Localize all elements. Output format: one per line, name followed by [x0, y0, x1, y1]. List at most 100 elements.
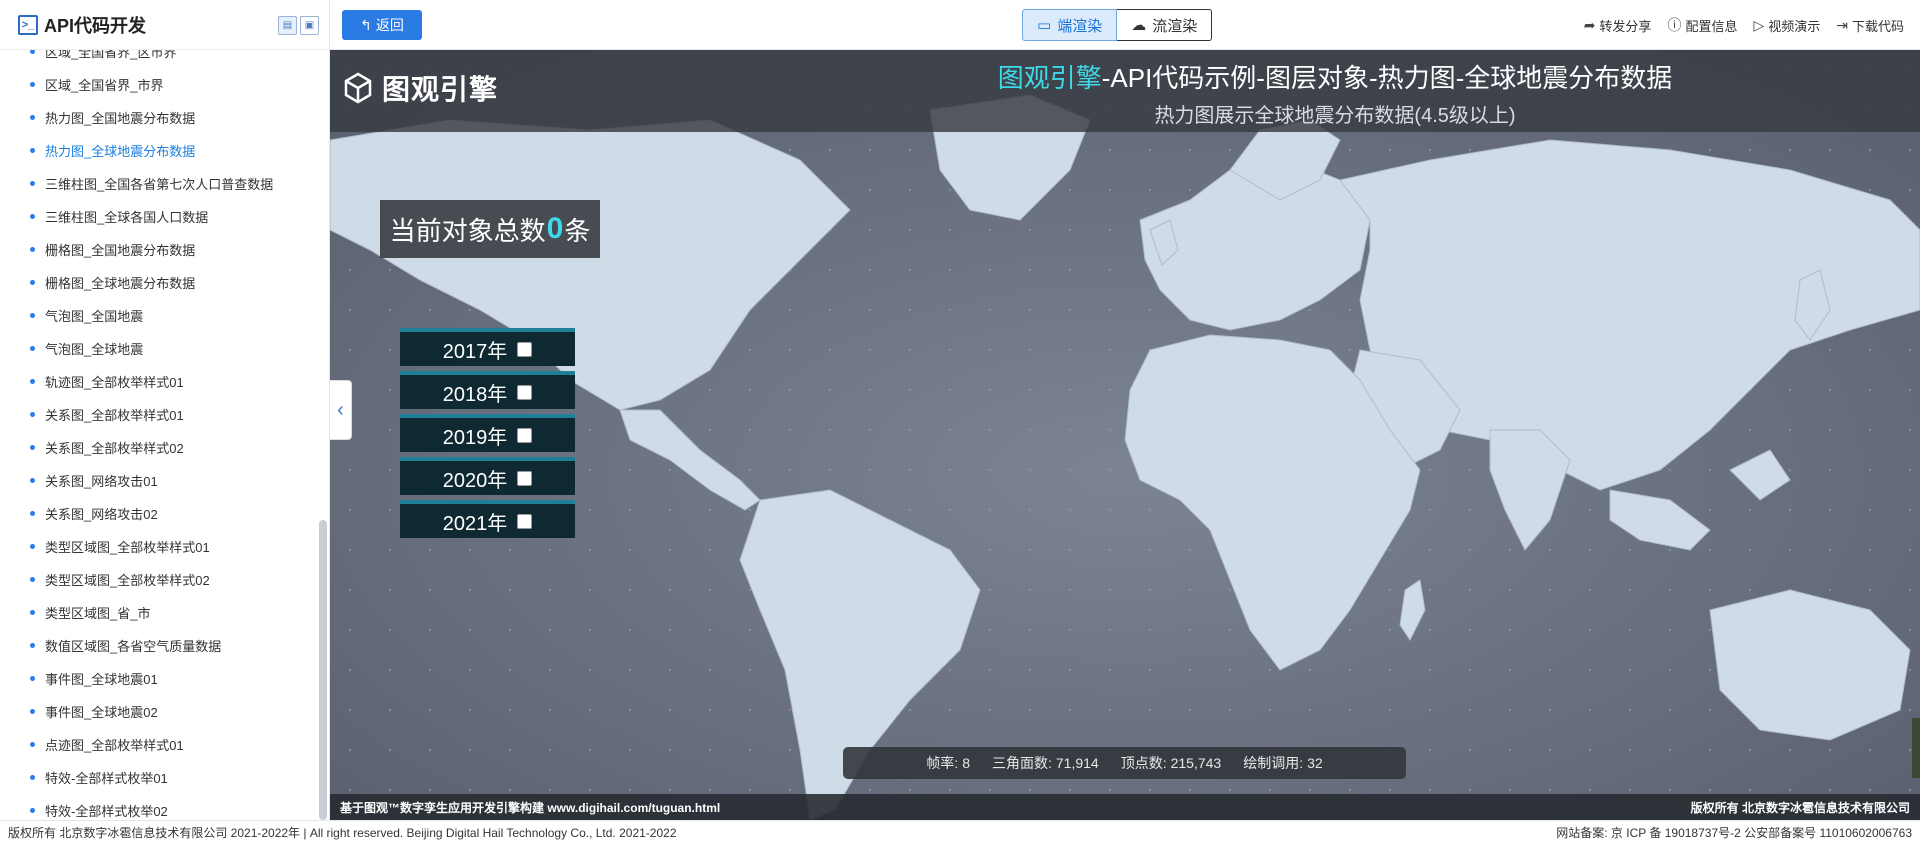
render-stats-bar: 帧率: 8 三角面数: 71,914 顶点数: 215,743 绘制调用: 32: [843, 747, 1406, 779]
bullet-icon: [30, 511, 35, 516]
fps-stat: 帧率: 8: [926, 753, 970, 773]
count-value: 0: [546, 212, 564, 245]
year-filter-item[interactable]: 2018年: [400, 371, 575, 409]
year-checkbox[interactable]: [517, 427, 533, 443]
sidebar-item-label: 类型区域图_省_市: [45, 606, 151, 621]
share-icon: ➦: [1583, 16, 1596, 33]
sidebar-item-label: 三维柱图_全国各省第七次人口普查数据: [45, 177, 274, 192]
sidebar-item[interactable]: 类型区域图_全部枚举样式01: [0, 530, 317, 563]
tab-stream-render[interactable]: ☁ 流渲染: [1117, 9, 1213, 41]
bullet-icon: [30, 478, 35, 483]
fps-label: 帧率:: [926, 755, 959, 771]
sidebar-item[interactable]: 关系图_全部枚举样式02: [0, 431, 317, 464]
sidebar-item[interactable]: 三维柱图_全国各省第七次人口普查数据: [0, 167, 317, 200]
year-filter-item[interactable]: 2021年: [400, 500, 575, 538]
image-view-icon[interactable]: ▣: [300, 16, 319, 35]
share-button[interactable]: ➦ 转发分享: [1584, 16, 1652, 35]
back-button-label: 返回: [375, 17, 404, 33]
scene-title-highlight: 图观引擎: [997, 63, 1102, 93]
sidebar-item-label: 数值区域图_各省空气质量数据: [45, 639, 222, 654]
scene-footer-left[interactable]: 基于图观™数字孪生应用开发引擎构建 www.digihail.com/tugua…: [340, 799, 720, 816]
sidebar-item[interactable]: 类型区域图_省_市: [0, 596, 317, 629]
sidebar-item[interactable]: 栅格图_全国地震分布数据: [0, 233, 317, 266]
bullet-icon: [30, 577, 35, 582]
side-handle[interactable]: [1912, 718, 1920, 778]
bullet-icon: [30, 82, 35, 87]
sidebar-item[interactable]: 事件图_全球地震02: [0, 695, 317, 728]
year-checkbox[interactable]: [517, 513, 533, 529]
sidebar-item-label: 关系图_全部枚举样式01: [45, 408, 184, 423]
terminal-icon: >_: [18, 14, 38, 35]
year-filter-item[interactable]: 2017年: [400, 328, 575, 366]
sidebar-item[interactable]: 栅格图_全球地震分布数据: [0, 266, 317, 299]
sidebar-item-label: 区域_全国省界_区市界: [45, 50, 177, 60]
bullet-icon: [30, 643, 35, 648]
scene-title-main: 图观引擎-API代码示例-图层对象-热力图-全球地震分布数据: [750, 58, 1920, 95]
sidebar-item[interactable]: 关系图_网络攻击01: [0, 464, 317, 497]
sidebar-item[interactable]: 气泡图_全国地震: [0, 299, 317, 332]
bullet-icon: [30, 808, 35, 813]
bullet-icon: [30, 50, 35, 54]
year-checkbox[interactable]: [517, 341, 533, 357]
sidebar-item-label: 类型区域图_全部枚举样式02: [45, 573, 210, 588]
sidebar-item[interactable]: 事件图_全球地震01: [0, 662, 317, 695]
year-checkbox[interactable]: [517, 470, 533, 486]
sidebar-item-label: 栅格图_全国地震分布数据: [45, 243, 196, 258]
bullet-icon: [30, 214, 35, 219]
video-demo-button[interactable]: ▷ 视频演示: [1753, 16, 1820, 35]
collapse-sidebar-button[interactable]: ‹: [330, 380, 352, 440]
video-demo-label: 视频演示: [1768, 18, 1821, 34]
bullet-icon: [30, 709, 35, 714]
sidebar-item-label: 关系图_网络攻击02: [45, 507, 158, 522]
sidebar-item-label: 特效-全部样式枚举01: [45, 771, 168, 786]
sidebar: >_ API代码开发 ▤ ▣ 区域_全国省界_区市界 区域_全国省界_市界 热力图_…: [0, 0, 330, 820]
bullet-icon: [30, 247, 35, 252]
sidebar-item[interactable]: 点迹图_全部枚举样式01: [0, 728, 317, 761]
scene-title-rest: -API代码示例-图层对象-热力图-全球地震分布数据: [1101, 63, 1673, 93]
sidebar-item-label: 三维柱图_全球各国人口数据: [45, 210, 209, 225]
year-filter-item[interactable]: 2020年: [400, 457, 575, 495]
scene-footer-right: 版权所有 北京数字冰雹信息技术有限公司: [1690, 800, 1910, 815]
sidebar-item[interactable]: 类型区域图_全部枚举样式02: [0, 563, 317, 596]
year-label: 2018年: [442, 383, 508, 406]
sidebar-item[interactable]: 特效-全部样式枚举01: [0, 761, 317, 794]
sidebar-item-label: 事件图_全球地震01: [45, 672, 158, 687]
count-prefix: 当前对象总数: [389, 215, 546, 246]
sidebar-list: 区域_全国省界_区市界区域_全国省界_市界 热力图_全国地震分布数据 热力图_全球地…: [0, 50, 317, 820]
sidebar-item[interactable]: 区域_全国省界_区市界: [0, 50, 317, 68]
cloud-icon: ☁: [1131, 17, 1147, 34]
sidebar-item[interactable]: 数值区域图_各省空气质量数据: [0, 629, 317, 662]
sidebar-item[interactable]: 三维柱图_全球各国人口数据: [0, 200, 317, 233]
icp-record-text[interactable]: 网站备案: 京 ICP 备 19018737号-2 公安部备案号 1101060…: [1556, 824, 1912, 841]
sidebar-item[interactable]: 关系图_网络攻击02: [0, 497, 317, 530]
year-label: 2019年: [442, 426, 508, 449]
sidebar-item-label: 特效-全部样式枚举02: [45, 804, 168, 819]
sidebar-item[interactable]: 区域_全国省界_市界: [0, 68, 317, 101]
list-view-icon[interactable]: ▤: [278, 16, 297, 35]
draw-call-label: 绘制调用:: [1243, 755, 1304, 771]
vertex-stat: 顶点数: 215,743: [1121, 753, 1222, 773]
tab-stream-render-label: 流渲染: [1152, 17, 1198, 35]
monitor-icon: ▭: [1037, 17, 1052, 34]
sidebar-scrollbar[interactable]: [319, 520, 327, 820]
map-viewport[interactable]: 图观引擎 图观引擎-API代码示例-图层对象-热力图-全球地震分布数据 热力图展…: [330, 50, 1920, 820]
triangle-stat: 三角面数: 71,914: [992, 753, 1099, 773]
sidebar-item[interactable]: 气泡图_全球地震: [0, 332, 317, 365]
config-info-button[interactable]: ⓘ 配置信息: [1667, 15, 1737, 35]
sidebar-item[interactable]: 轨迹图_全部枚举样式01: [0, 365, 317, 398]
bullet-icon: [30, 676, 35, 681]
triangle-value: 71,914: [1055, 755, 1099, 771]
back-button[interactable]: ↰ 返回: [342, 10, 422, 40]
vertex-label: 顶点数:: [1120, 755, 1167, 771]
scene-title: 图观引擎-API代码示例-图层对象-热力图-全球地震分布数据 热力图展示全球地震…: [330, 58, 1920, 128]
download-code-button[interactable]: ⇥ 下载代码: [1836, 16, 1904, 35]
sidebar-item-label: 栅格图_全球地震分布数据: [45, 276, 196, 291]
sidebar-item-label: 事件图_全球地震02: [45, 705, 158, 720]
sidebar-item[interactable]: 热力图_全国地震分布数据: [0, 101, 317, 134]
tab-client-render[interactable]: ▭ 端渲染: [1022, 9, 1118, 41]
year-filter-item[interactable]: 2019年: [400, 414, 575, 452]
year-checkbox[interactable]: [517, 384, 533, 400]
sidebar-item[interactable]: 关系图_全部枚举样式01: [0, 398, 317, 431]
sidebar-item[interactable]: 特效-全部样式枚举02: [0, 794, 317, 820]
sidebar-item[interactable]: 热力图_全球地震分布数据: [0, 134, 317, 167]
